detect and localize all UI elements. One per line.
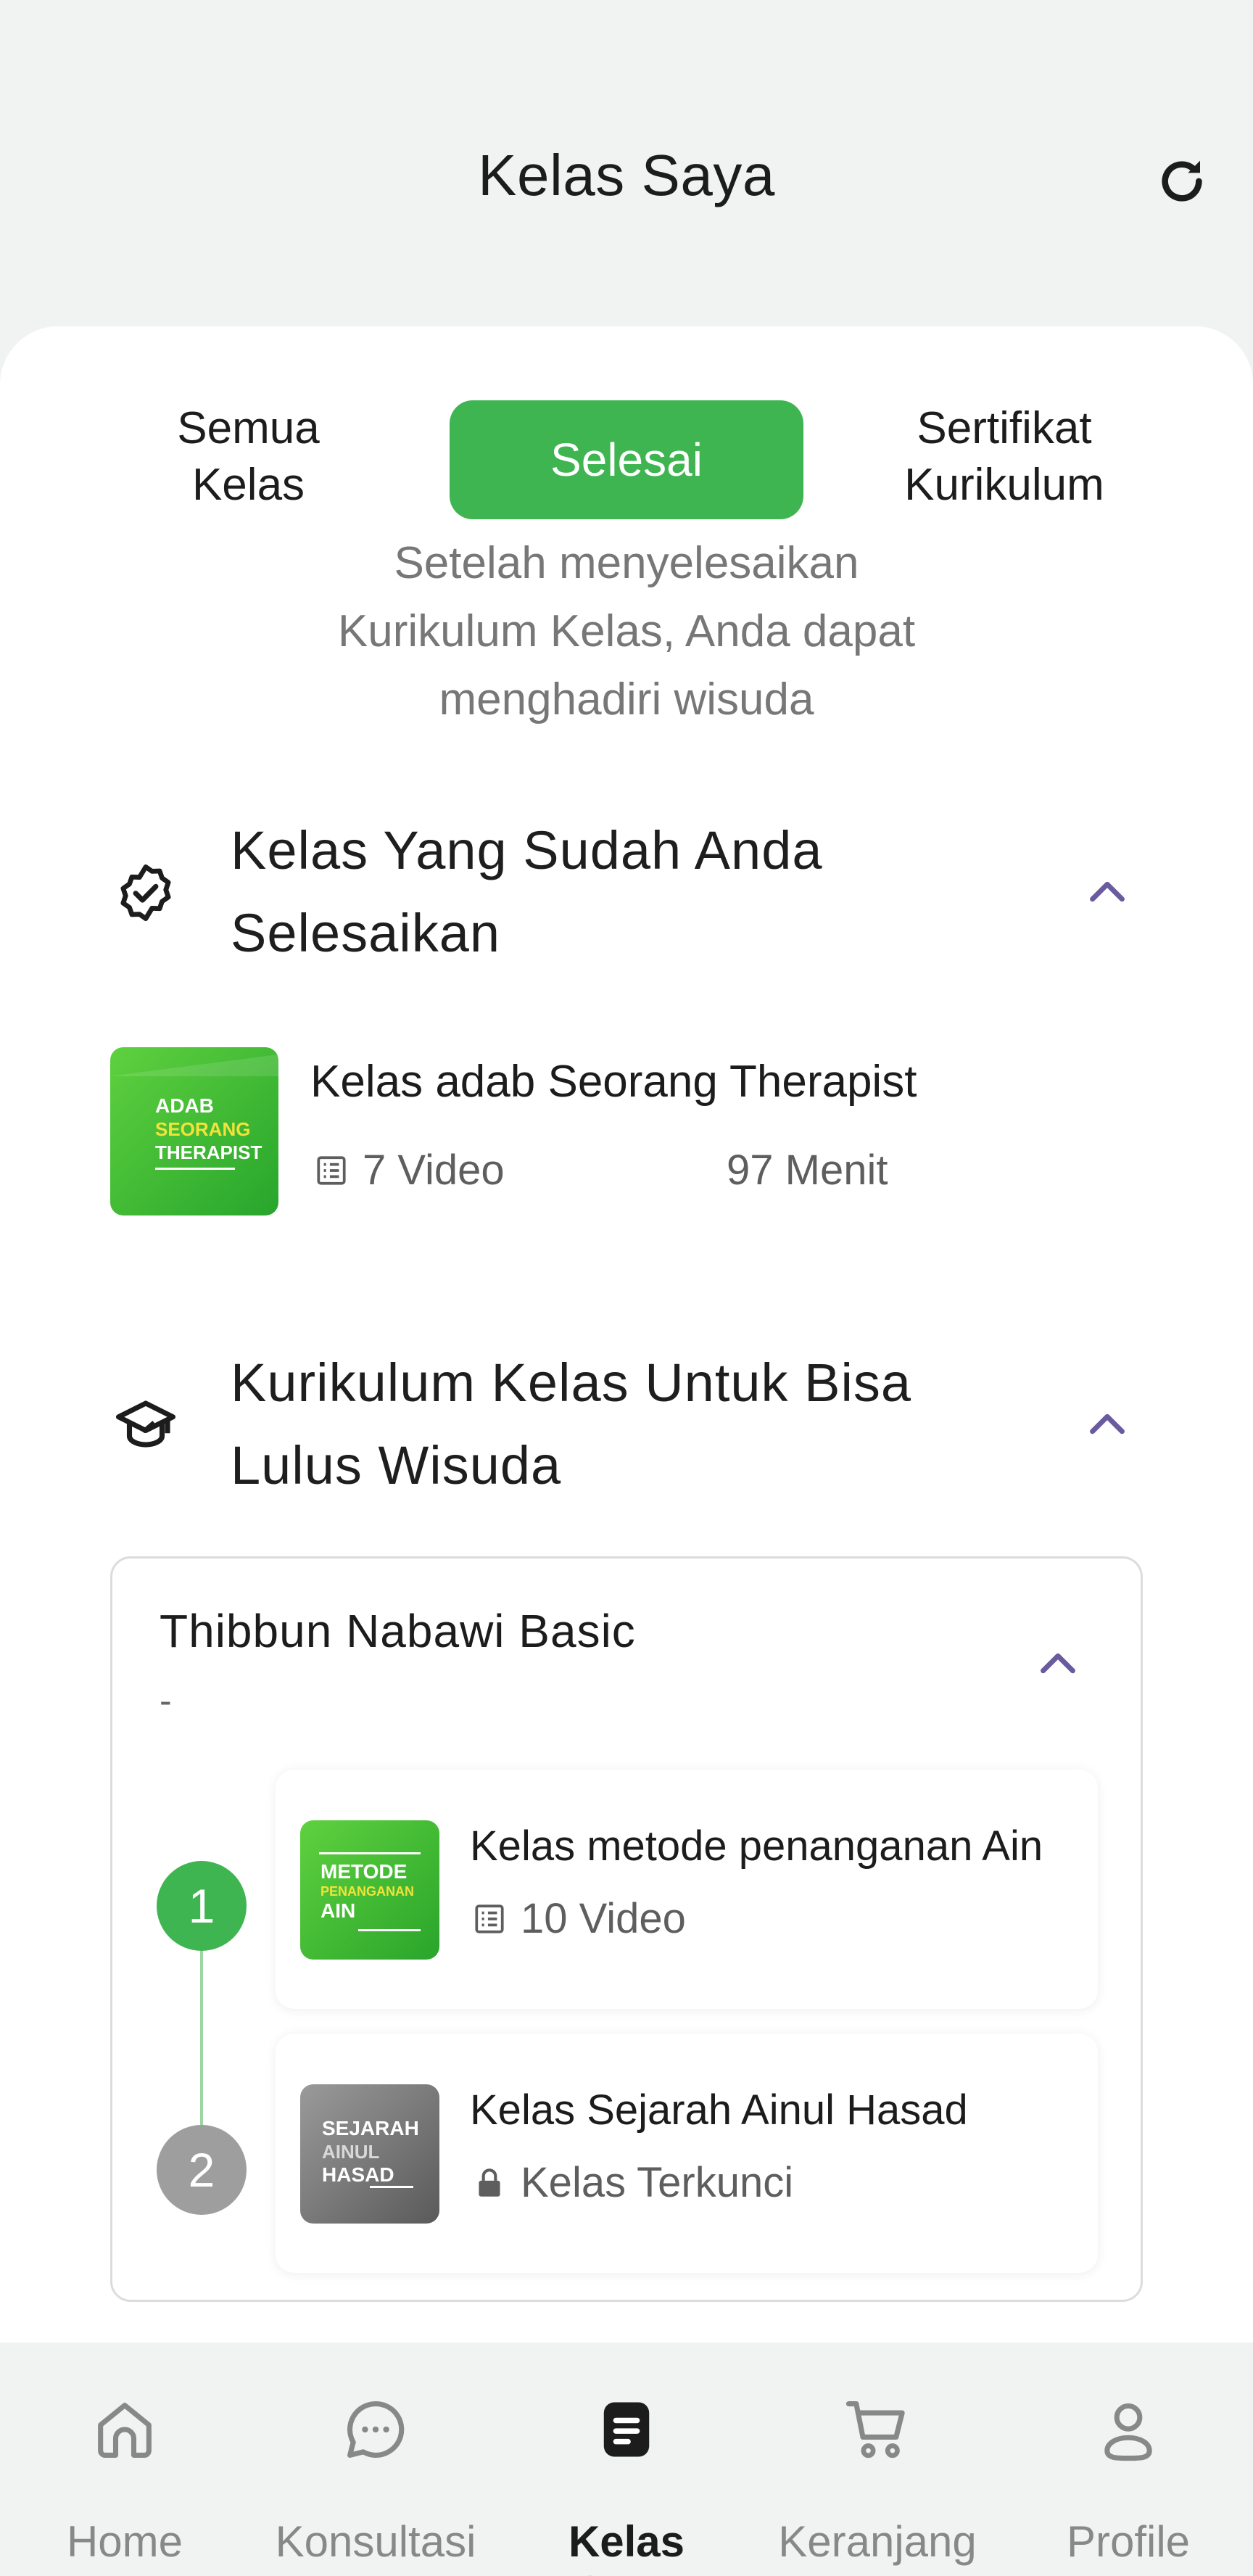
class-icon bbox=[590, 2393, 663, 2466]
page-title: Kelas Saya bbox=[478, 143, 775, 207]
info-line2: Kurikulum Kelas, Anda dapat bbox=[337, 606, 916, 656]
course-title: Kelas adab Seorang Therapist bbox=[310, 1057, 917, 1107]
info-text: Setelah menyelesaikan Kurikulum Kelas, A… bbox=[218, 529, 1035, 734]
nav-home-label: Home bbox=[66, 2517, 183, 2566]
svg-text:ADAB: ADAB bbox=[155, 1094, 214, 1117]
chevron-up-icon[interactable] bbox=[1082, 1400, 1133, 1450]
svg-text:AINUL: AINUL bbox=[322, 2141, 380, 2163]
course-video-count: 7 Video bbox=[313, 1146, 505, 1194]
video-count-text: 7 Video bbox=[363, 1147, 505, 1194]
svg-text:METODE: METODE bbox=[321, 1860, 407, 1883]
nav-profile-label: Profile bbox=[1066, 2517, 1191, 2566]
svg-text:THERAPIST: THERAPIST bbox=[155, 1142, 262, 1163]
profile-icon bbox=[1092, 2393, 1165, 2466]
course-duration: 97 Menit bbox=[727, 1147, 888, 1194]
info-line1: Setelah menyelesaikan bbox=[394, 538, 859, 588]
adab-thumbnail-art: ADAB SEORANG THERAPIST bbox=[110, 1054, 278, 1170]
sejarah-thumbnail-art: SEJARAH AINUL HASAD bbox=[322, 2117, 419, 2188]
app-header: Kelas Saya bbox=[0, 0, 1253, 326]
list-icon bbox=[317, 1155, 346, 1185]
chat-icon bbox=[339, 2393, 412, 2466]
curriculum-title-line1: Kurikulum Kelas Untuk Bisa bbox=[231, 1353, 912, 1413]
course-thumbnail: METODE PENANGANAN AIN bbox=[300, 1820, 439, 1960]
chevron-up-icon[interactable] bbox=[1033, 1639, 1083, 1690]
video-count-text: 10 Video bbox=[521, 1895, 686, 1942]
nav-home[interactable]: Home bbox=[16, 2393, 233, 2566]
curriculum-name: Thibbun Nabawi Basic bbox=[160, 1605, 636, 1657]
nav-keranjang-label: Keranjang bbox=[778, 2517, 977, 2566]
cart-icon bbox=[841, 2393, 914, 2466]
chevron-up-icon[interactable] bbox=[1082, 867, 1133, 918]
curriculum-item-card-locked[interactable]: SEJARAH AINUL HASAD Kelas Sejarah Ainul … bbox=[276, 2034, 1098, 2273]
tab-semua-line1: Semua bbox=[177, 403, 320, 453]
home-icon bbox=[88, 2393, 161, 2466]
svg-text:AIN: AIN bbox=[321, 1899, 355, 1922]
svg-text:HASAD: HASAD bbox=[322, 2163, 394, 2186]
nav-keranjang[interactable]: Keranjang bbox=[769, 2393, 986, 2566]
tab-sertifikat-kurikulum[interactable]: Sertifikat Kurikulum bbox=[856, 400, 1153, 513]
nav-kelas-saya-label: Kelas Saya bbox=[568, 2517, 685, 2576]
course-title: Kelas metode penanganan Ain bbox=[470, 1822, 1043, 1870]
nav-kelas-saya[interactable]: Kelas Saya bbox=[518, 2393, 735, 2576]
tab-sertifikat-line1: Sertifikat bbox=[917, 403, 1092, 453]
graduation-cap-icon bbox=[113, 1392, 178, 1458]
metode-thumbnail-art: METODE PENANGANAN AIN bbox=[319, 1852, 421, 1931]
step-connector bbox=[200, 1951, 203, 2138]
svg-text:SEORANG: SEORANG bbox=[155, 1118, 250, 1140]
svg-text:SEJARAH: SEJARAH bbox=[322, 2117, 419, 2139]
course-title: Kelas Sejarah Ainul Hasad bbox=[470, 2086, 968, 2134]
list-icon bbox=[475, 1904, 504, 1933]
tab-semua-kelas[interactable]: Semua Kelas bbox=[145, 400, 352, 513]
course-thumbnail: SEJARAH AINUL HASAD bbox=[300, 2084, 439, 2224]
lock-icon bbox=[479, 2168, 500, 2197]
curriculum-item-card[interactable]: METODE PENANGANAN AIN Kelas metode penan… bbox=[276, 1770, 1098, 2009]
tab-selesai-label: Selesai bbox=[550, 434, 703, 486]
course-video-count: 10 Video bbox=[471, 1894, 686, 1943]
locked-status: Kelas Terkunci bbox=[471, 2158, 793, 2207]
tab-semua-line2: Kelas bbox=[191, 460, 305, 510]
curriculum-section-title: Kurikulum Kelas Untuk Bisa Lulus Wisuda bbox=[231, 1342, 1028, 1507]
step-number-badge: 2 bbox=[157, 2125, 247, 2215]
refresh-icon[interactable] bbox=[1153, 152, 1211, 210]
info-line3: menghadiri wisuda bbox=[439, 674, 814, 724]
nav-konsultasi-label: Konsultasi bbox=[275, 2517, 476, 2566]
step-number-badge: 1 bbox=[157, 1861, 247, 1951]
tab-selesai[interactable]: Selesai bbox=[450, 400, 803, 519]
course-thumbnail: ADAB SEORANG THERAPIST bbox=[110, 1047, 278, 1215]
tab-sertifikat-line2: Kurikulum bbox=[904, 460, 1104, 510]
curriculum-subtitle: - bbox=[160, 1680, 172, 1721]
nav-konsultasi[interactable]: Konsultasi bbox=[267, 2393, 484, 2566]
locked-status-text: Kelas Terkunci bbox=[521, 2159, 794, 2206]
svg-text:PENANGANAN: PENANGANAN bbox=[321, 1884, 414, 1899]
completed-title-line1: Kelas Yang Sudah Anda bbox=[231, 820, 823, 880]
completed-section-title: Kelas Yang Sudah Anda Selesaikan bbox=[231, 809, 1028, 975]
check-badge-icon bbox=[113, 860, 178, 925]
nav-profile[interactable]: Profile bbox=[1020, 2393, 1237, 2566]
completed-title-line2: Selesaikan bbox=[231, 903, 501, 963]
curriculum-title-line2: Lulus Wisuda bbox=[231, 1435, 562, 1495]
